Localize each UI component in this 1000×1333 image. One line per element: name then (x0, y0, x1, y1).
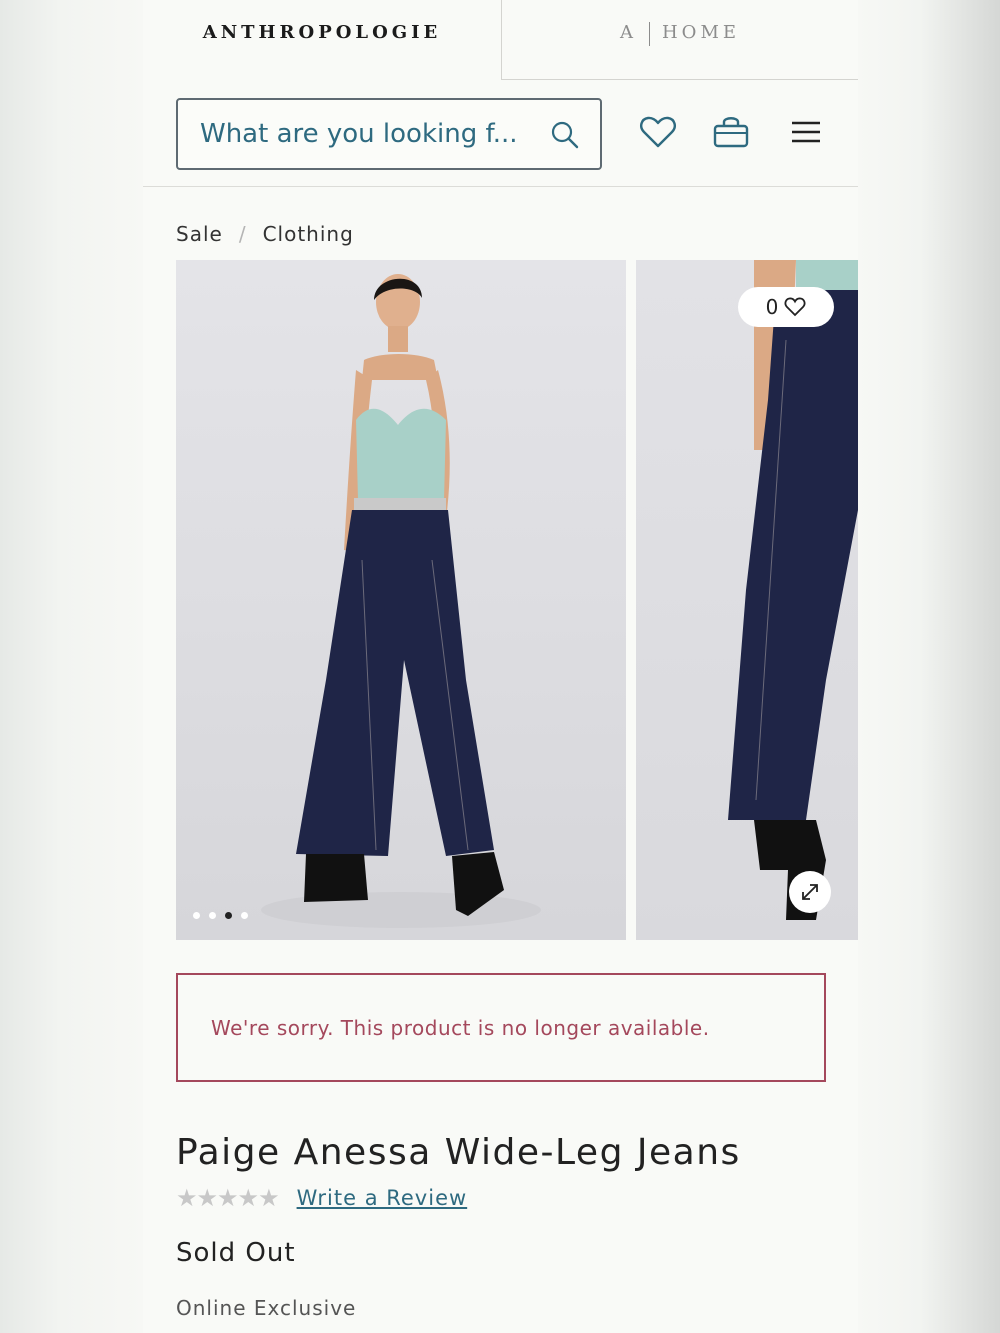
brand-tab-anthropologie[interactable]: ANTHROPOLOGIE (143, 0, 501, 80)
expand-image-button[interactable] (789, 871, 831, 913)
product-title: Paige Anessa Wide-Leg Jeans (176, 1132, 741, 1173)
product-page: ANTHROPOLOGIE A HOME What are you lookin… (143, 0, 858, 1333)
home-logo-a: A (619, 22, 637, 43)
favorite-count-button[interactable]: 0 (738, 287, 834, 327)
online-exclusive-label: Online Exclusive (176, 1296, 357, 1320)
favorite-count: 0 (765, 295, 779, 319)
brand-tab-home[interactable]: A HOME (501, 0, 858, 80)
brand-logo-text: ANTHROPOLOGIE (202, 22, 442, 43)
heart-icon (784, 297, 806, 317)
carousel-dot-active[interactable] (225, 912, 232, 919)
heart-icon[interactable] (638, 112, 678, 152)
product-image-secondary[interactable]: 0 (636, 260, 858, 940)
star-rating: ★★★★★ (176, 1184, 280, 1212)
logo-divider (648, 22, 650, 46)
menu-icon[interactable] (786, 112, 826, 152)
unavailable-message: We're sorry. This product is no longer a… (211, 1015, 710, 1040)
carousel-dot[interactable] (193, 912, 200, 919)
search-input[interactable] (200, 112, 530, 156)
breadcrumb-separator: / (238, 222, 247, 246)
breadcrumb-sale[interactable]: Sale (176, 222, 223, 246)
expand-icon (802, 884, 818, 900)
write-review-link[interactable]: Write a Review (297, 1186, 468, 1210)
bag-icon[interactable] (711, 112, 751, 152)
carousel-dot[interactable] (241, 912, 248, 919)
home-logo-text: HOME (661, 22, 741, 43)
search-header (143, 80, 858, 187)
breadcrumb: Sale / Clothing (176, 222, 354, 246)
carousel-dots (193, 912, 248, 919)
carousel-dot[interactable] (209, 912, 216, 919)
unavailable-notice: We're sorry. This product is no longer a… (176, 973, 826, 1082)
model-back-illustration (728, 260, 858, 920)
stock-status: Sold Out (176, 1238, 296, 1268)
search-box (176, 98, 602, 170)
brand-bar: ANTHROPOLOGIE A HOME (143, 0, 858, 80)
breadcrumb-clothing[interactable]: Clothing (263, 222, 354, 246)
product-image-main[interactable] (176, 260, 626, 940)
search-icon[interactable] (550, 120, 580, 150)
rating-row: ★★★★★ Write a Review (176, 1184, 467, 1212)
model-front-illustration (261, 274, 541, 928)
